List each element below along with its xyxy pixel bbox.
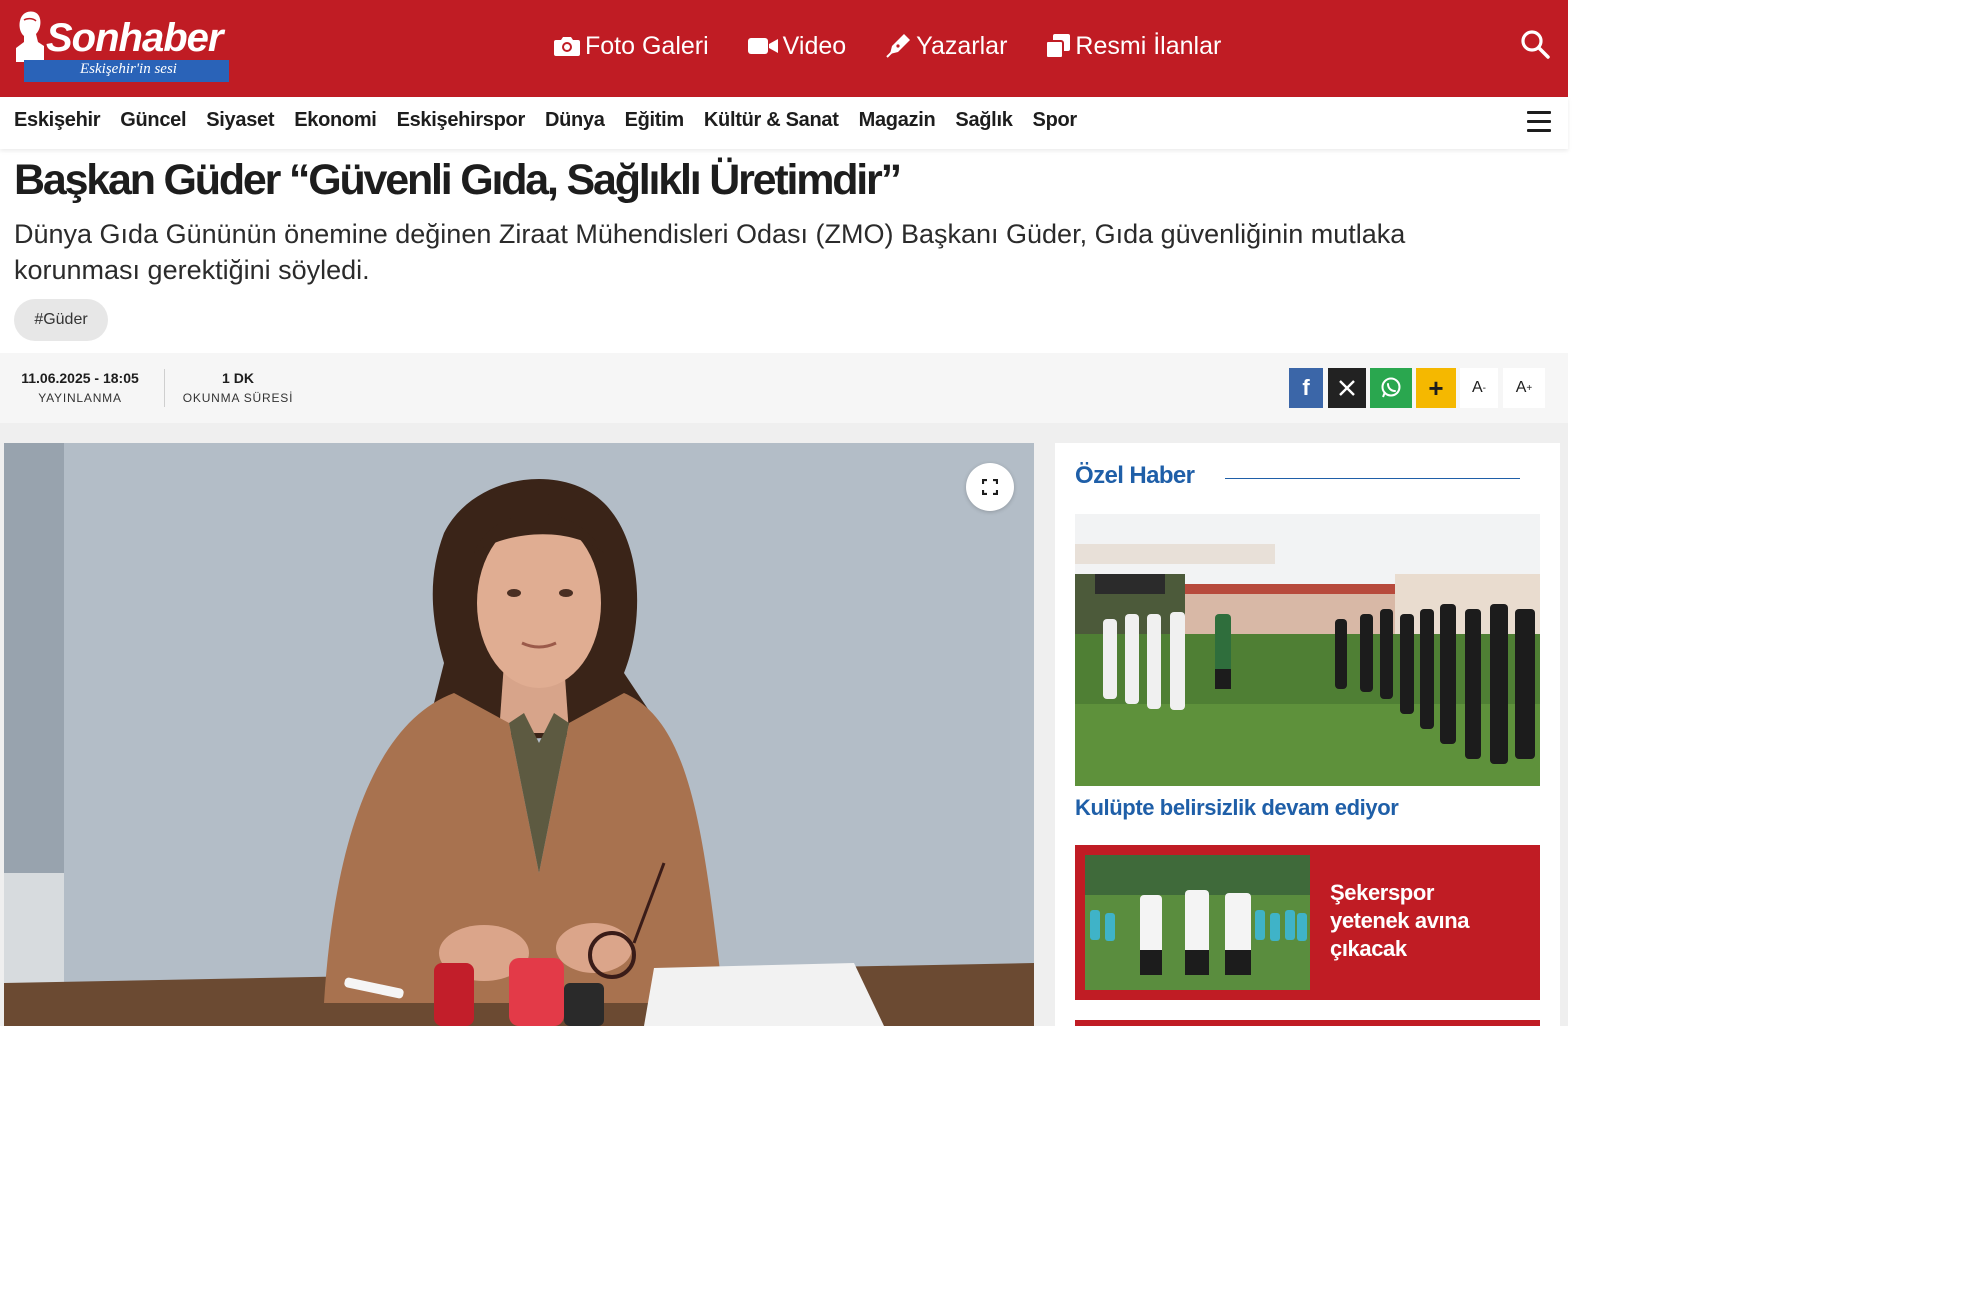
logo-wordmark: Sonhaber	[46, 16, 223, 60]
category-egitim[interactable]: Eğitim	[625, 109, 685, 132]
category-bar: Eskişehir Güncel Siyaset Ekonomi Eskişeh…	[0, 97, 1568, 149]
reading-time: 1 DK	[222, 370, 254, 386]
sidebar-lead-headline[interactable]: Kulüpte belirsizlik devam ediyor	[1075, 795, 1399, 821]
share-more-button[interactable]: +	[1416, 368, 1456, 408]
category-guncel[interactable]: Güncel	[120, 109, 186, 132]
article-title: Başkan Güder “Güvenli Gıda, Sağlıklı Üre…	[14, 156, 902, 204]
font-increase-sign: +	[1526, 382, 1533, 394]
facebook-icon: f	[1302, 375, 1310, 400]
sidebar-card-image	[1085, 855, 1310, 990]
category-eskisehirspor[interactable]: Eskişehirspor	[397, 109, 526, 132]
top-header: Sonhaber Eskişehir'in sesi Foto Galeri V…	[0, 0, 1568, 97]
sidebar-title-rule	[1225, 478, 1520, 479]
portrait-silhouette-icon	[16, 11, 44, 62]
reading-time-label: OKUNMA SÜRESİ	[182, 391, 294, 405]
football-team-photo	[1075, 514, 1540, 786]
nav-video[interactable]: Video	[747, 31, 847, 61]
share-facebook-button[interactable]: f	[1289, 368, 1323, 408]
x-logo-icon	[1339, 380, 1355, 396]
category-saglik[interactable]: Sağlık	[955, 109, 1012, 132]
nav-resmi-ilanlar-label: Resmi İlanlar	[1075, 31, 1222, 60]
pen-icon	[886, 34, 911, 58]
publish-date: 11.06.2025 - 18:05	[21, 370, 139, 386]
font-decrease-label: A	[1471, 379, 1483, 396]
category-list: Eskişehir Güncel Siyaset Ekonomi Eskişeh…	[14, 109, 1077, 132]
nav-foto-galeri[interactable]: Foto Galeri	[553, 32, 709, 61]
whatsapp-icon	[1381, 377, 1401, 398]
nav-foto-galeri-label: Foto Galeri	[585, 31, 709, 60]
hamburger-icon-line	[1527, 120, 1551, 123]
plus-icon: +	[1428, 372, 1444, 403]
publish-label: YAYINLANMA	[38, 391, 122, 405]
category-ekonomi[interactable]: Ekonomi	[294, 109, 377, 132]
top-navigation: Foto Galeri Video Yazarlar Resmi İlanlar	[553, 26, 1221, 66]
font-increase-button[interactable]: A +	[1503, 368, 1545, 408]
logo-tagline: Eskişehir'in sesi	[80, 61, 177, 77]
sidebar-card-headline: Şekerspor yetenek avına çıkacak	[1330, 880, 1470, 961]
nav-yazarlar-label: Yazarlar	[916, 31, 1008, 60]
category-dunya[interactable]: Dünya	[545, 109, 605, 132]
nav-resmi-ilanlar[interactable]: Resmi İlanlar	[1045, 32, 1221, 61]
site-logo[interactable]: Sonhaber Eskişehir'in sesi	[14, 10, 229, 84]
fullscreen-button[interactable]	[966, 463, 1014, 511]
reading-time-info: 1 DK OKUNMA SÜRESİ	[180, 370, 296, 405]
documents-icon	[1045, 34, 1071, 59]
youth-football-photo	[1085, 855, 1310, 990]
category-kultur-sanat[interactable]: Kültür & Sanat	[704, 109, 839, 132]
hamburger-icon	[1527, 111, 1551, 114]
camera-icon	[554, 37, 580, 56]
sidebar-title: Özel Haber	[1075, 462, 1195, 489]
share-x-button[interactable]	[1328, 368, 1366, 408]
sidebar-next-card[interactable]	[1075, 1020, 1540, 1026]
share-whatsapp-button[interactable]	[1370, 368, 1412, 408]
nav-yazarlar[interactable]: Yazarlar	[884, 32, 1007, 61]
article-summary: Dünya Gıda Gününün önemine değinen Ziraa…	[14, 219, 1406, 285]
publish-info: 11.06.2025 - 18:05 YAYINLANMA	[14, 370, 146, 405]
category-spor[interactable]: Spor	[1033, 109, 1078, 132]
tag-guder[interactable]: #Güder	[14, 299, 108, 341]
search-button[interactable]	[1519, 28, 1555, 64]
search-icon	[1521, 30, 1550, 59]
video-camera-icon	[747, 38, 778, 54]
article-hero-image	[4, 443, 1034, 1026]
menu-button[interactable]	[1527, 111, 1551, 133]
category-eskisehir[interactable]: Eskişehir	[14, 109, 101, 132]
nav-video-label: Video	[782, 31, 847, 60]
sidebar-news-card[interactable]: Şekerspor yetenek avına çıkacak	[1075, 845, 1540, 1000]
font-decrease-button[interactable]: A-	[1460, 368, 1498, 408]
category-magazin[interactable]: Magazin	[859, 109, 936, 132]
expand-icon	[982, 479, 998, 495]
font-decrease-sign: -	[1482, 382, 1486, 394]
hamburger-icon-line	[1527, 129, 1551, 132]
sidebar-lead-image[interactable]	[1075, 514, 1540, 786]
hero-photo	[4, 443, 1034, 1026]
meta-divider	[164, 369, 165, 407]
category-siyaset[interactable]: Siyaset	[206, 109, 274, 132]
font-increase-label: A	[1515, 379, 1527, 396]
